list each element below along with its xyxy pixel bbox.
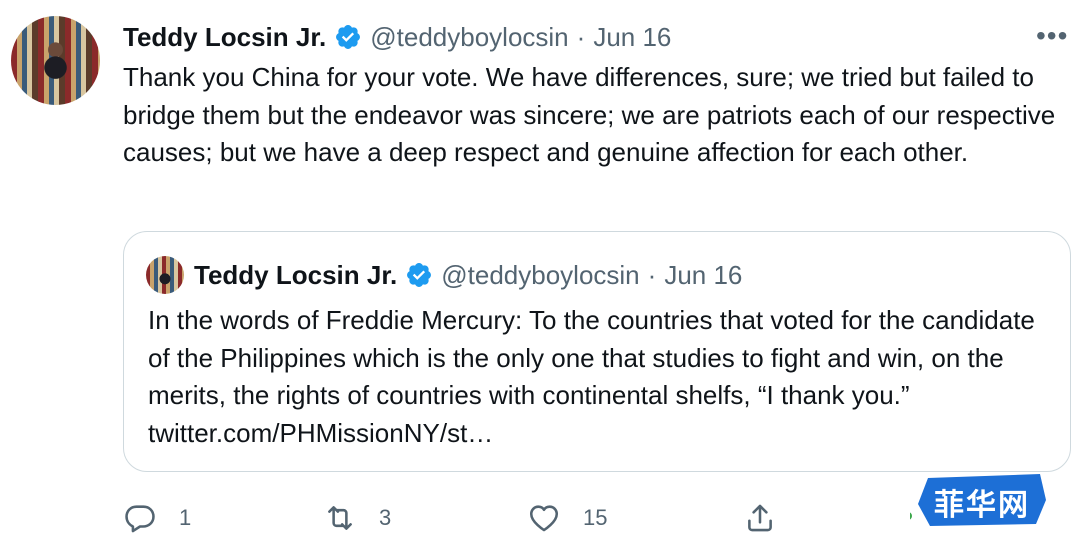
quoted-tweet[interactable]: Teddy Locsin Jr. @teddyboylocsin · Jun 1… bbox=[123, 231, 1071, 472]
avatar[interactable] bbox=[11, 16, 100, 105]
tweet-header: Teddy Locsin Jr. @teddyboylocsin · Jun 1… bbox=[123, 20, 671, 54]
reply-icon bbox=[125, 505, 155, 533]
quoted-avatar bbox=[146, 256, 184, 294]
quoted-author-handle: @teddyboylocsin bbox=[441, 260, 640, 290]
author-handle[interactable]: @teddyboylocsin bbox=[370, 20, 568, 54]
watermark-logo: 菲华网 bbox=[904, 470, 1050, 530]
quoted-author-name: Teddy Locsin Jr. bbox=[194, 260, 398, 290]
watermark-text: 菲华网 bbox=[934, 488, 1030, 523]
quoted-tweet-date: Jun 16 bbox=[664, 260, 743, 290]
quoted-tweet-header: Teddy Locsin Jr. @teddyboylocsin · Jun 1… bbox=[194, 258, 742, 292]
like-icon bbox=[529, 505, 559, 532]
author-name[interactable]: Teddy Locsin Jr. bbox=[123, 20, 326, 54]
like-count: 15 bbox=[583, 505, 608, 530]
retweet-button[interactable]: 3 bbox=[323, 496, 391, 540]
quoted-tweet-text: In the words of Freddie Mercury: To the … bbox=[148, 305, 1035, 448]
reply-button[interactable]: 1 bbox=[123, 496, 191, 540]
separator-dot: · bbox=[576, 22, 586, 52]
share-icon bbox=[748, 504, 772, 532]
reply-count: 1 bbox=[179, 505, 192, 530]
like-button[interactable]: 15 bbox=[527, 496, 607, 540]
tweet-text: Thank you China for your vote. We have d… bbox=[123, 62, 1056, 167]
share-button[interactable] bbox=[743, 496, 777, 540]
verified-badge-icon bbox=[336, 25, 361, 49]
tweet-date[interactable]: Jun 16 bbox=[593, 20, 671, 54]
retweet-count: 3 bbox=[379, 505, 392, 530]
retweet-icon bbox=[328, 506, 352, 530]
separator-dot: · bbox=[647, 260, 657, 290]
verified-badge-icon bbox=[407, 263, 432, 287]
more-options-icon[interactable]: ••• bbox=[1036, 22, 1068, 50]
